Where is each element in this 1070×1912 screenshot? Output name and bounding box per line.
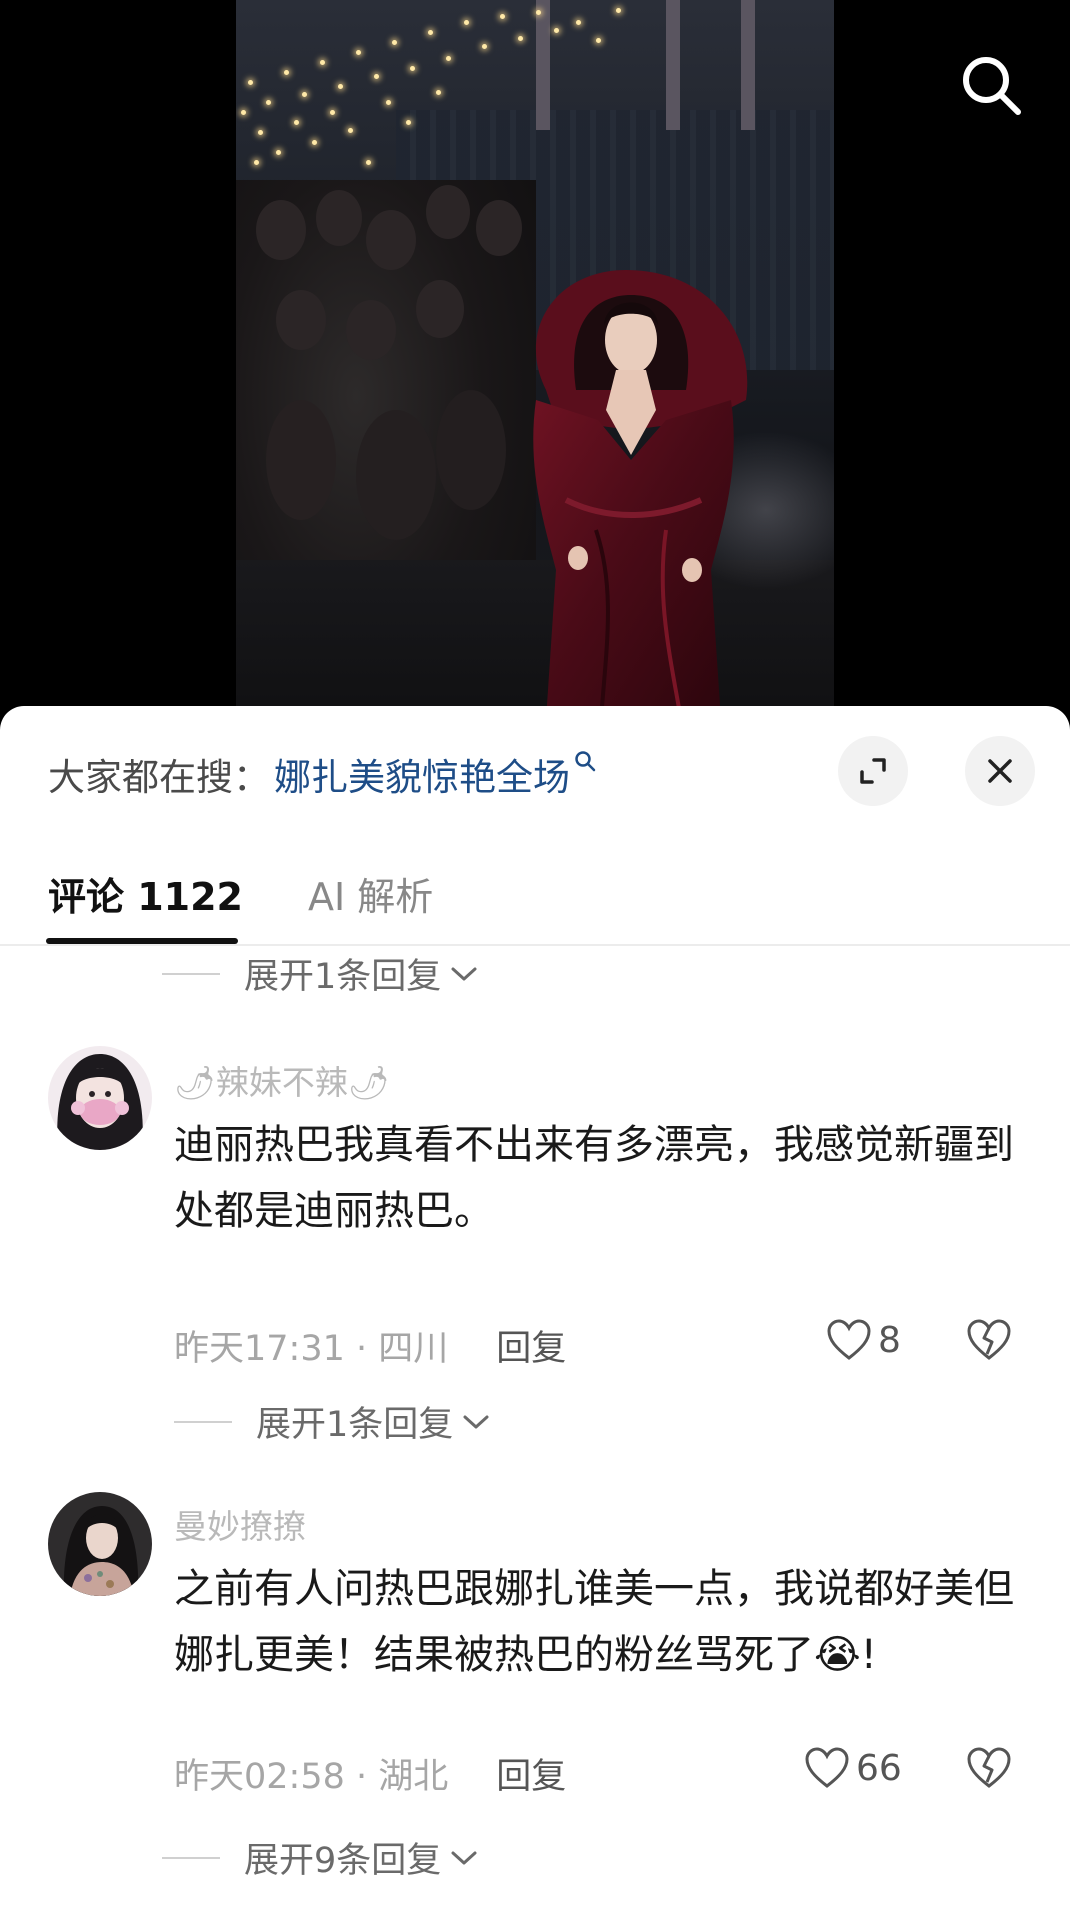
comment-meta: 昨天17:31 · 四川 回复 bbox=[174, 1320, 566, 1371]
search-icon bbox=[963, 57, 1021, 115]
divider-line bbox=[162, 972, 220, 975]
background-pillar bbox=[666, 0, 680, 130]
comment-username[interactable]: 🌶辣妹不辣🌶 bbox=[174, 1056, 390, 1104]
expand-replies-label: 展开9条回复 bbox=[244, 1841, 442, 1881]
like-count: 66 bbox=[856, 1747, 902, 1789]
comment-tabs: 评论 1122 AI 解析 bbox=[0, 826, 1070, 946]
expand-replies-button[interactable]: 展开9条回复 bbox=[162, 1832, 479, 1883]
search-button[interactable] bbox=[958, 52, 1026, 120]
avatar-image bbox=[48, 1492, 152, 1596]
broken-heart-icon bbox=[967, 1747, 1011, 1788]
dislike-button[interactable] bbox=[966, 1746, 1012, 1794]
runway-model bbox=[533, 270, 748, 720]
expand-button[interactable] bbox=[838, 736, 908, 806]
active-tab-indicator bbox=[46, 938, 238, 944]
divider-line bbox=[162, 1856, 220, 1859]
comment-time-location: 昨天17:31 · 四川 bbox=[174, 1329, 449, 1369]
close-icon bbox=[988, 759, 1012, 783]
tab-comments[interactable]: 评论 1122 bbox=[48, 866, 243, 921]
chevron-down-icon bbox=[451, 1851, 477, 1864]
comment-meta: 昨天02:58 · 湖北 回复 bbox=[174, 1748, 566, 1799]
comment-username[interactable]: 曼妙撩撩 bbox=[174, 1500, 306, 1548]
divider-line bbox=[174, 1420, 232, 1423]
expand-icon bbox=[860, 758, 886, 784]
hot-search-bar: 大家都在搜： 娜扎美貌惊艳全场 bbox=[48, 744, 596, 804]
heart-icon bbox=[805, 1747, 849, 1788]
like-button[interactable]: 8 bbox=[826, 1318, 901, 1362]
avatar[interactable] bbox=[48, 1492, 152, 1596]
avatar[interactable] bbox=[48, 1046, 152, 1150]
comment-text: 之前有人问热巴跟娜扎谁美一点，我说都好美但娜扎更美！结果被热巴的粉丝骂死了😭! bbox=[174, 1556, 1034, 1688]
comment-panel: 大家都在搜： 娜扎美貌惊艳全场 评论 1122 AI 解析 展开1条回复 🌶辣妹… bbox=[0, 706, 1070, 1912]
comment-item: 曼妙撩撩 之前有人问热巴跟娜扎谁美一点，我说都好美但娜扎更美！结果被热巴的粉丝骂… bbox=[0, 1486, 1070, 1912]
close-button[interactable] bbox=[965, 736, 1035, 806]
chevron-down-icon bbox=[451, 967, 477, 980]
search-icon bbox=[575, 751, 596, 772]
avatar-image bbox=[48, 1046, 152, 1150]
video-player[interactable] bbox=[0, 0, 1070, 720]
dislike-button[interactable] bbox=[966, 1318, 1012, 1366]
reply-button[interactable]: 回复 bbox=[496, 1320, 566, 1371]
expand-replies-button[interactable]: 展开1条回复 bbox=[174, 1396, 491, 1447]
chevron-down-icon bbox=[463, 1415, 489, 1428]
video-frame bbox=[236, 0, 834, 720]
comment-time-location: 昨天02:58 · 湖北 bbox=[174, 1757, 449, 1797]
comment-item: 🌶辣妹不辣🌶 迪丽热巴我真看不出来有多漂亮，我感觉新疆到处都是迪丽热巴。 昨天1… bbox=[0, 1036, 1070, 1445]
like-count: 8 bbox=[878, 1319, 901, 1361]
background-pillar bbox=[536, 0, 550, 130]
expand-replies-label: 展开1条回复 bbox=[244, 957, 442, 997]
background-pillar bbox=[741, 0, 755, 130]
tab-ai-analysis[interactable]: AI 解析 bbox=[308, 866, 433, 921]
broken-heart-icon bbox=[967, 1319, 1011, 1360]
comment-text-tail: ! bbox=[860, 1632, 877, 1678]
comment-text: 迪丽热巴我真看不出来有多漂亮，我感觉新疆到处都是迪丽热巴。 bbox=[174, 1122, 1014, 1234]
hot-search-prefix: 大家都在搜： bbox=[48, 756, 270, 799]
expand-replies-label: 展开1条回复 bbox=[256, 1405, 454, 1445]
reply-button[interactable]: 回复 bbox=[496, 1748, 566, 1799]
hot-search-link[interactable]: 娜扎美貌惊艳全场 bbox=[274, 747, 570, 801]
comment-text-body: 之前有人问热巴跟娜扎谁美一点，我说都好美但娜扎更美！结果被热巴的粉丝骂死了 bbox=[174, 1566, 1014, 1678]
expand-replies-button[interactable]: 展开1条回复 bbox=[162, 948, 479, 999]
crying-laughing-emoji: 😭 bbox=[814, 1632, 861, 1678]
heart-icon bbox=[827, 1319, 871, 1360]
like-button[interactable]: 66 bbox=[804, 1746, 902, 1790]
